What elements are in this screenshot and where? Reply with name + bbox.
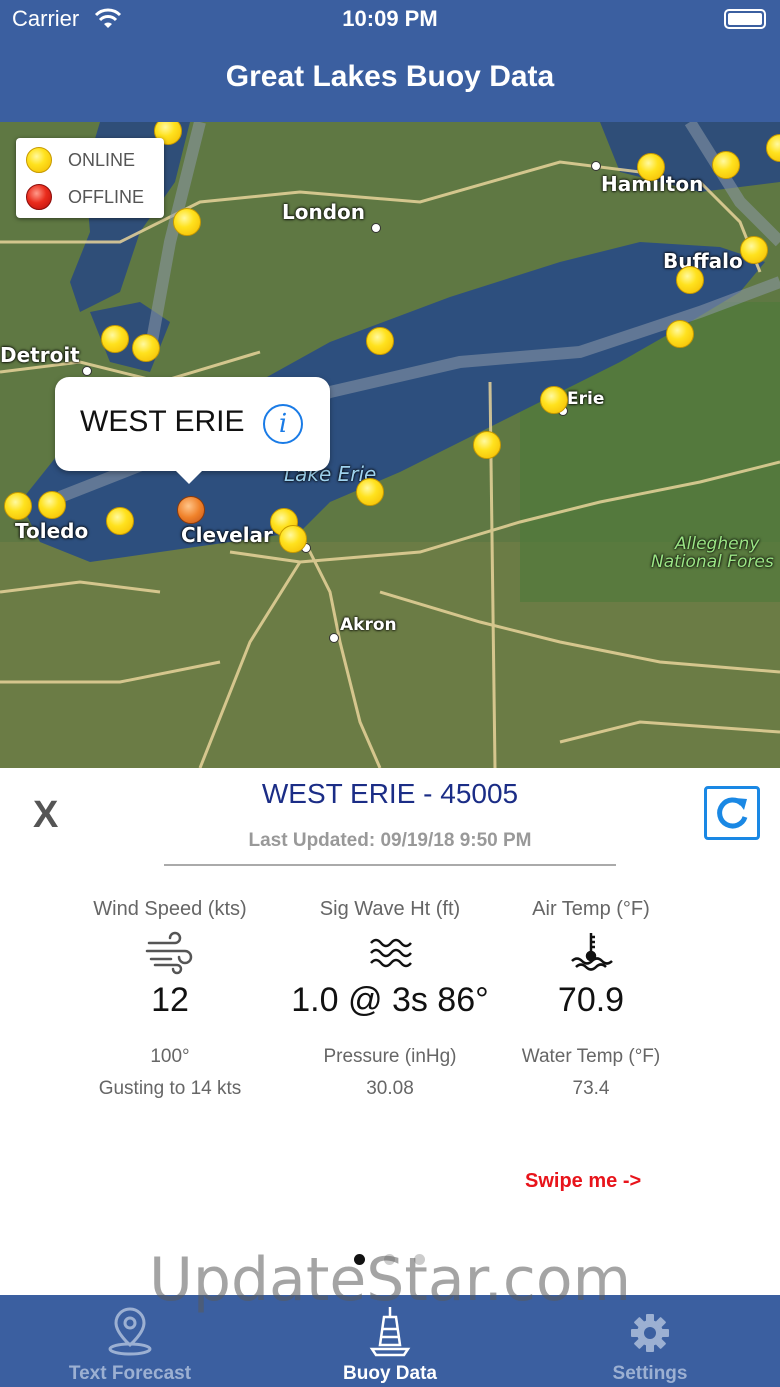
wind-icon [50, 929, 290, 975]
buoy-marker-online[interactable] [637, 153, 665, 181]
wind-speed-label: Wind Speed (kts) [93, 898, 247, 920]
station-title: WEST ERIE - 45005 [261, 778, 519, 809]
water-temp-value: 73.4 [572, 1078, 610, 1099]
info-icon[interactable]: i [263, 404, 303, 444]
wind-direction: 100° [150, 1046, 190, 1067]
map-label-national-forest: National Fores [651, 552, 774, 572]
map-label-cleveland: Clevelar [181, 523, 273, 547]
buoy-marker-online[interactable] [38, 491, 66, 519]
buoy-marker-selected[interactable] [177, 496, 205, 524]
air-temp-value: 70.9 [557, 981, 625, 1019]
water-temp-label: Water Temp (°F) [521, 1046, 661, 1067]
buoy-callout[interactable]: WEST ERIE i [55, 377, 330, 484]
wind-speed-value: 12 [151, 981, 189, 1019]
thermometer-water-icon [471, 929, 711, 975]
map-view[interactable]: London Hamilton Buffalo Detroit Erie Tol… [0, 122, 780, 768]
buoy-marker-online[interactable] [173, 208, 201, 236]
map-label-london: London [282, 200, 366, 224]
buoy-marker-online[interactable] [676, 266, 704, 294]
nav-bar: Great Lakes Buoy Data [0, 40, 780, 122]
swipe-hint[interactable]: Swipe me -> [525, 1170, 641, 1193]
legend-offline-label: OFFLINE [68, 186, 145, 207]
tab-label: Buoy Data [343, 1363, 437, 1384]
city-dot-akron [329, 633, 339, 643]
status-bar: Carrier 10:09 PM [0, 0, 780, 40]
buoy-marker-online[interactable] [540, 386, 568, 414]
map-label-detroit: Detroit [0, 343, 80, 367]
wind-column: Wind Speed (kts) 12 100° Gusting to 14 k… [50, 898, 290, 1100]
buoy-marker-online[interactable] [101, 325, 129, 353]
map-label-erie: Erie [567, 389, 605, 409]
station-detail-panel[interactable]: X WEST ERIE - 45005 Last Updated: 09/19/… [0, 768, 780, 1295]
page-title: Great Lakes Buoy Data [225, 60, 555, 93]
buoy-marker-online[interactable] [712, 151, 740, 179]
city-dot-detroit [82, 366, 92, 376]
air-temp-label: Air Temp (°F) [532, 898, 650, 920]
buoy-marker-online[interactable] [4, 492, 32, 520]
map-label-buffalo: Buffalo [663, 249, 743, 273]
battery-icon [724, 9, 766, 29]
buoy-marker-online[interactable] [356, 478, 384, 506]
temp-column: Air Temp (°F) 70.9 Water Temp (°F) 73.4 [471, 898, 711, 1100]
map-label-toledo: Toledo [15, 519, 89, 543]
wind-gust: Gusting to 14 kts [98, 1078, 242, 1099]
offline-marker-icon [26, 184, 52, 210]
buoy-marker-online[interactable] [279, 525, 307, 553]
buoy-marker-online[interactable] [106, 507, 134, 535]
tab-label: Settings [612, 1363, 688, 1384]
watermark: UpdateStar.com [148, 1245, 632, 1315]
clock: 10:09 PM [342, 6, 438, 31]
city-dot-london [371, 223, 381, 233]
divider [164, 864, 616, 866]
buoy-marker-online[interactable] [666, 320, 694, 348]
map-label-akron: Akron [340, 615, 397, 635]
online-marker-icon [26, 147, 52, 173]
buoy-marker-online[interactable] [473, 431, 501, 459]
city-dot-hamilton [591, 161, 601, 171]
tab-label: Text Forecast [68, 1363, 192, 1384]
last-updated: Last Updated: 09/19/18 9:50 PM [248, 830, 532, 851]
buoy-marker-online[interactable] [740, 236, 768, 264]
legend-online-label: ONLINE [68, 149, 136, 170]
buoy-marker-online[interactable] [366, 327, 394, 355]
buoy-marker-online[interactable] [132, 334, 160, 362]
callout-station-name: WEST ERIE [80, 405, 245, 438]
map-legend: ONLINE OFFLINE [16, 138, 164, 218]
